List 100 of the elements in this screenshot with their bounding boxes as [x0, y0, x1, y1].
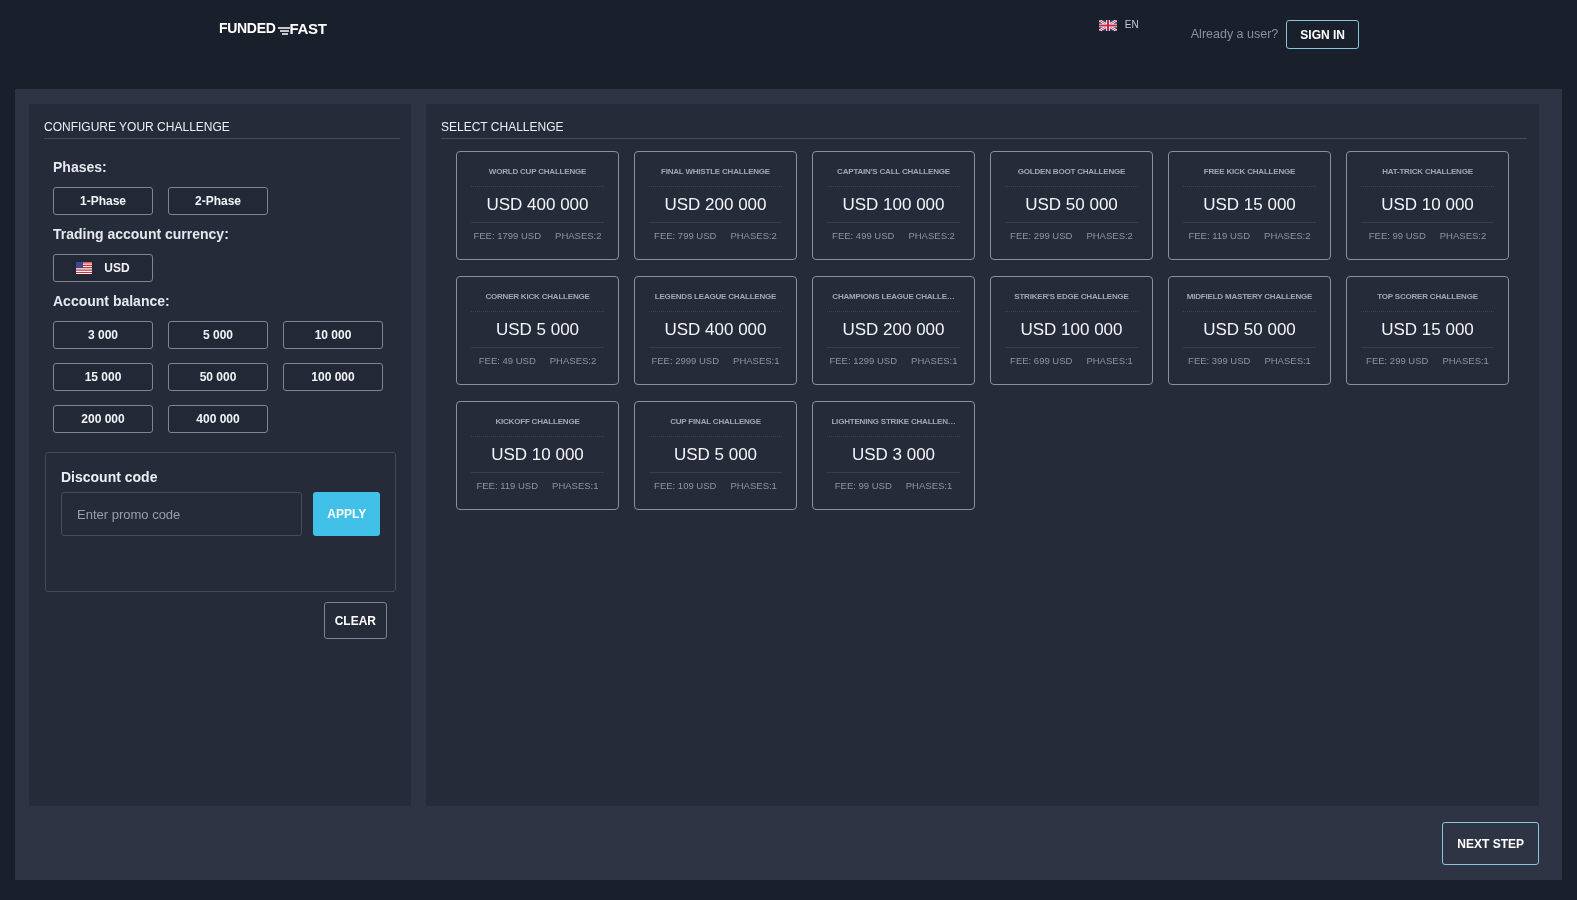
next-step-button[interactable]: NEXT STEP	[1442, 822, 1539, 865]
currency-option[interactable]: USD	[53, 254, 153, 282]
challenge-fee: FEE: 799 USD	[654, 230, 717, 242]
challenge-amount: USD 5 000	[649, 437, 782, 473]
challenge-amount: USD 100 000	[1005, 312, 1138, 348]
balance-option[interactable]: 400 000	[168, 405, 268, 433]
challenge-name: WORLD CUP CHALLENGE	[471, 152, 604, 187]
challenge-card[interactable]: CORNER KICK CHALLENGE USD 5 000 FEE: 49 USD PHASES:2	[456, 276, 619, 385]
balance-option[interactable]: 10 000	[283, 321, 383, 349]
challenge-card[interactable]: WORLD CUP CHALLENGE USD 400 000 FEE: 1799 USD PHASES:2	[456, 151, 619, 260]
challenge-fee: FEE: 1299 USD	[829, 355, 898, 367]
speed-lines-icon	[276, 25, 291, 36]
challenge-card[interactable]: CUP FINAL CHALLENGE USD 5 000 FEE: 109 USD PHASES:1	[634, 401, 797, 510]
field-label: Account balance:	[53, 293, 171, 310]
challenge-card[interactable]: HAT-TRICK CHALLENGE USD 10 000 FEE: 99 USD PHASES:2	[1346, 151, 1509, 260]
challenge-name: MIDFIELD MASTERY CHALLENGE	[1183, 277, 1316, 312]
challenge-phases: PHASES:1	[552, 480, 599, 492]
challenge-phases: PHASES:2	[549, 355, 597, 367]
challenge-fee: FEE: 119 USD	[476, 480, 539, 492]
challenge-name: KICKOFF CHALLENGE	[471, 402, 604, 437]
challenge-name: TOP SCORER CHALLENGE	[1361, 277, 1494, 312]
challenge-amount: USD 200 000	[649, 187, 782, 223]
challenge-card[interactable]: KICKOFF CHALLENGE USD 10 000 FEE: 119 USD PHASES:1	[456, 401, 619, 510]
balance-option[interactable]: 3 000	[53, 321, 153, 349]
challenge-card[interactable]: MIDFIELD MASTERY CHALLENGE USD 50 000 FEE: 399 USD PHASES:1	[1168, 276, 1331, 385]
challenge-name: HAT-TRICK CHALLENGE	[1361, 152, 1494, 187]
challenge-phases: PHASES:1	[1086, 355, 1133, 367]
balance-option[interactable]: 50 000	[168, 363, 268, 391]
challenge-card[interactable]: LEGENDS LEAGUE CHALLENGE USD 400 000 FEE: 2999 USD PHASES:1	[634, 276, 797, 385]
challenge-name: CHAMPIONS LEAGUE CHALLE…	[827, 277, 960, 312]
challenge-card[interactable]: CAPTAIN'S CALL CHALLENGE USD 100 000 FEE: 499 USD PHASES:2	[812, 151, 975, 260]
challenge-card[interactable]: GOLDEN BOOT CHALLENGE USD 50 000 FEE: 299 USD PHASES:2	[990, 151, 1153, 260]
balance-option[interactable]: 200 000	[53, 405, 153, 433]
challenge-name: LIGHTENING STRIKE CHALLEN…	[827, 402, 960, 437]
challenge-fee: FEE: 119 USD	[1188, 230, 1251, 242]
challenge-card[interactable]: FINAL WHISTLE CHALLENGE USD 200 000 FEE: 799 USD PHASES:2	[634, 151, 797, 260]
challenge-phases: PHASES:1	[730, 480, 777, 492]
challenge-phases: PHASES:1	[1264, 355, 1311, 367]
challenge-phases: PHASES:2	[1439, 230, 1487, 242]
challenge-fee: FEE: 499 USD	[832, 230, 895, 242]
challenge-amount: USD 50 000	[1005, 187, 1138, 223]
challenge-name: CORNER KICK CHALLENGE	[471, 277, 604, 312]
challenge-phases: PHASES:1	[1442, 355, 1489, 367]
challenge-card[interactable]: TOP SCORER CHALLENGE USD 15 000 FEE: 299 USD PHASES:1	[1346, 276, 1509, 385]
challenge-phases: PHASES:1	[911, 355, 958, 367]
challenge-phases: PHASES:2	[1086, 230, 1133, 242]
challenge-amount: USD 400 000	[471, 187, 604, 223]
balance-option[interactable]: 100 000	[283, 363, 383, 391]
sign-in-button[interactable]: SIGN IN	[1286, 20, 1359, 49]
challenge-card[interactable]: CHAMPIONS LEAGUE CHALLE… USD 200 000 FEE: 1299 USD PHASES:1	[812, 276, 975, 385]
clear-button[interactable]: CLEAR	[323, 602, 387, 639]
challenge-amount: USD 3 000	[827, 437, 960, 473]
challenge-name: FREE KICK CHALLENGE	[1183, 152, 1316, 187]
challenge-name: STRIKER'S EDGE CHALLENGE	[1005, 277, 1138, 312]
challenge-phases: PHASES:2	[555, 230, 602, 242]
field-label: Phases:	[53, 159, 108, 176]
challenge-name: CUP FINAL CHALLENGE	[649, 402, 782, 437]
challenge-phases: PHASES:2	[908, 230, 955, 242]
challenge-fee: FEE: 2999 USD	[651, 355, 720, 367]
challenge-fee: FEE: 49 USD	[478, 355, 536, 367]
challenge-card[interactable]: STRIKER'S EDGE CHALLENGE USD 100 000 FEE: 699 USD PHASES:1	[990, 276, 1153, 385]
challenge-name: LEGENDS LEAGUE CHALLENGE	[649, 277, 782, 312]
challenge-fee: FEE: 399 USD	[1188, 355, 1251, 367]
promo-code-field[interactable]: Enter promo code	[61, 492, 303, 536]
field-label: Trading account currency:	[53, 226, 230, 243]
challenge-card[interactable]: LIGHTENING STRIKE CHALLEN… USD 3 000 FEE: 99 USD PHASES:1	[812, 401, 975, 510]
section-title: SELECT CHALLENGE	[441, 120, 1527, 139]
challenge-phases: PHASES:2	[730, 230, 777, 242]
challenge-fee: FEE: 299 USD	[1010, 230, 1073, 242]
sign-in-prompt: Already a user?	[1190, 27, 1279, 42]
challenge-name: FINAL WHISTLE CHALLENGE	[649, 152, 782, 187]
logo-text: FUNDED	[219, 20, 276, 37]
challenge-phases: PHASES:1	[733, 355, 780, 367]
discount-title: Discount code	[61, 469, 159, 486]
challenge-amount: USD 50 000	[1183, 312, 1316, 348]
language-selector[interactable]: EN	[1098, 19, 1139, 31]
challenge-fee: FEE: 99 USD	[834, 480, 892, 492]
challenge-name: CAPTAIN'S CALL CHALLENGE	[827, 152, 960, 187]
challenge-amount: USD 10 000	[1361, 187, 1494, 223]
challenge-fee: FEE: 99 USD	[1368, 230, 1426, 242]
challenge-phases: PHASES:1	[905, 480, 953, 492]
challenge-amount: USD 5 000	[471, 312, 604, 348]
challenge-card[interactable]: FREE KICK CHALLENGE USD 15 000 FEE: 119 USD PHASES:2	[1168, 151, 1331, 260]
challenge-fee: FEE: 699 USD	[1010, 355, 1073, 367]
challenge-amount: USD 100 000	[827, 187, 960, 223]
balance-option[interactable]: 15 000	[53, 363, 153, 391]
phase-option[interactable]: 1-Phase	[53, 187, 153, 215]
challenge-amount: USD 15 000	[1183, 187, 1316, 223]
us-flag-icon	[76, 262, 93, 274]
challenge-amount: USD 10 000	[471, 437, 604, 473]
challenge-fee: FEE: 1799 USD	[473, 230, 542, 242]
phase-option[interactable]: 2-Phase	[168, 187, 268, 215]
section-title: CONFIGURE YOUR CHALLENGE	[44, 120, 400, 139]
challenge-amount: USD 400 000	[649, 312, 782, 348]
logo-text: FAST	[289, 20, 327, 37]
challenge-amount: USD 200 000	[827, 312, 960, 348]
balance-option[interactable]: 5 000	[168, 321, 268, 349]
challenge-amount: USD 15 000	[1361, 312, 1494, 348]
uk-flag-icon	[1098, 19, 1117, 31]
challenge-phases: PHASES:2	[1264, 230, 1311, 242]
